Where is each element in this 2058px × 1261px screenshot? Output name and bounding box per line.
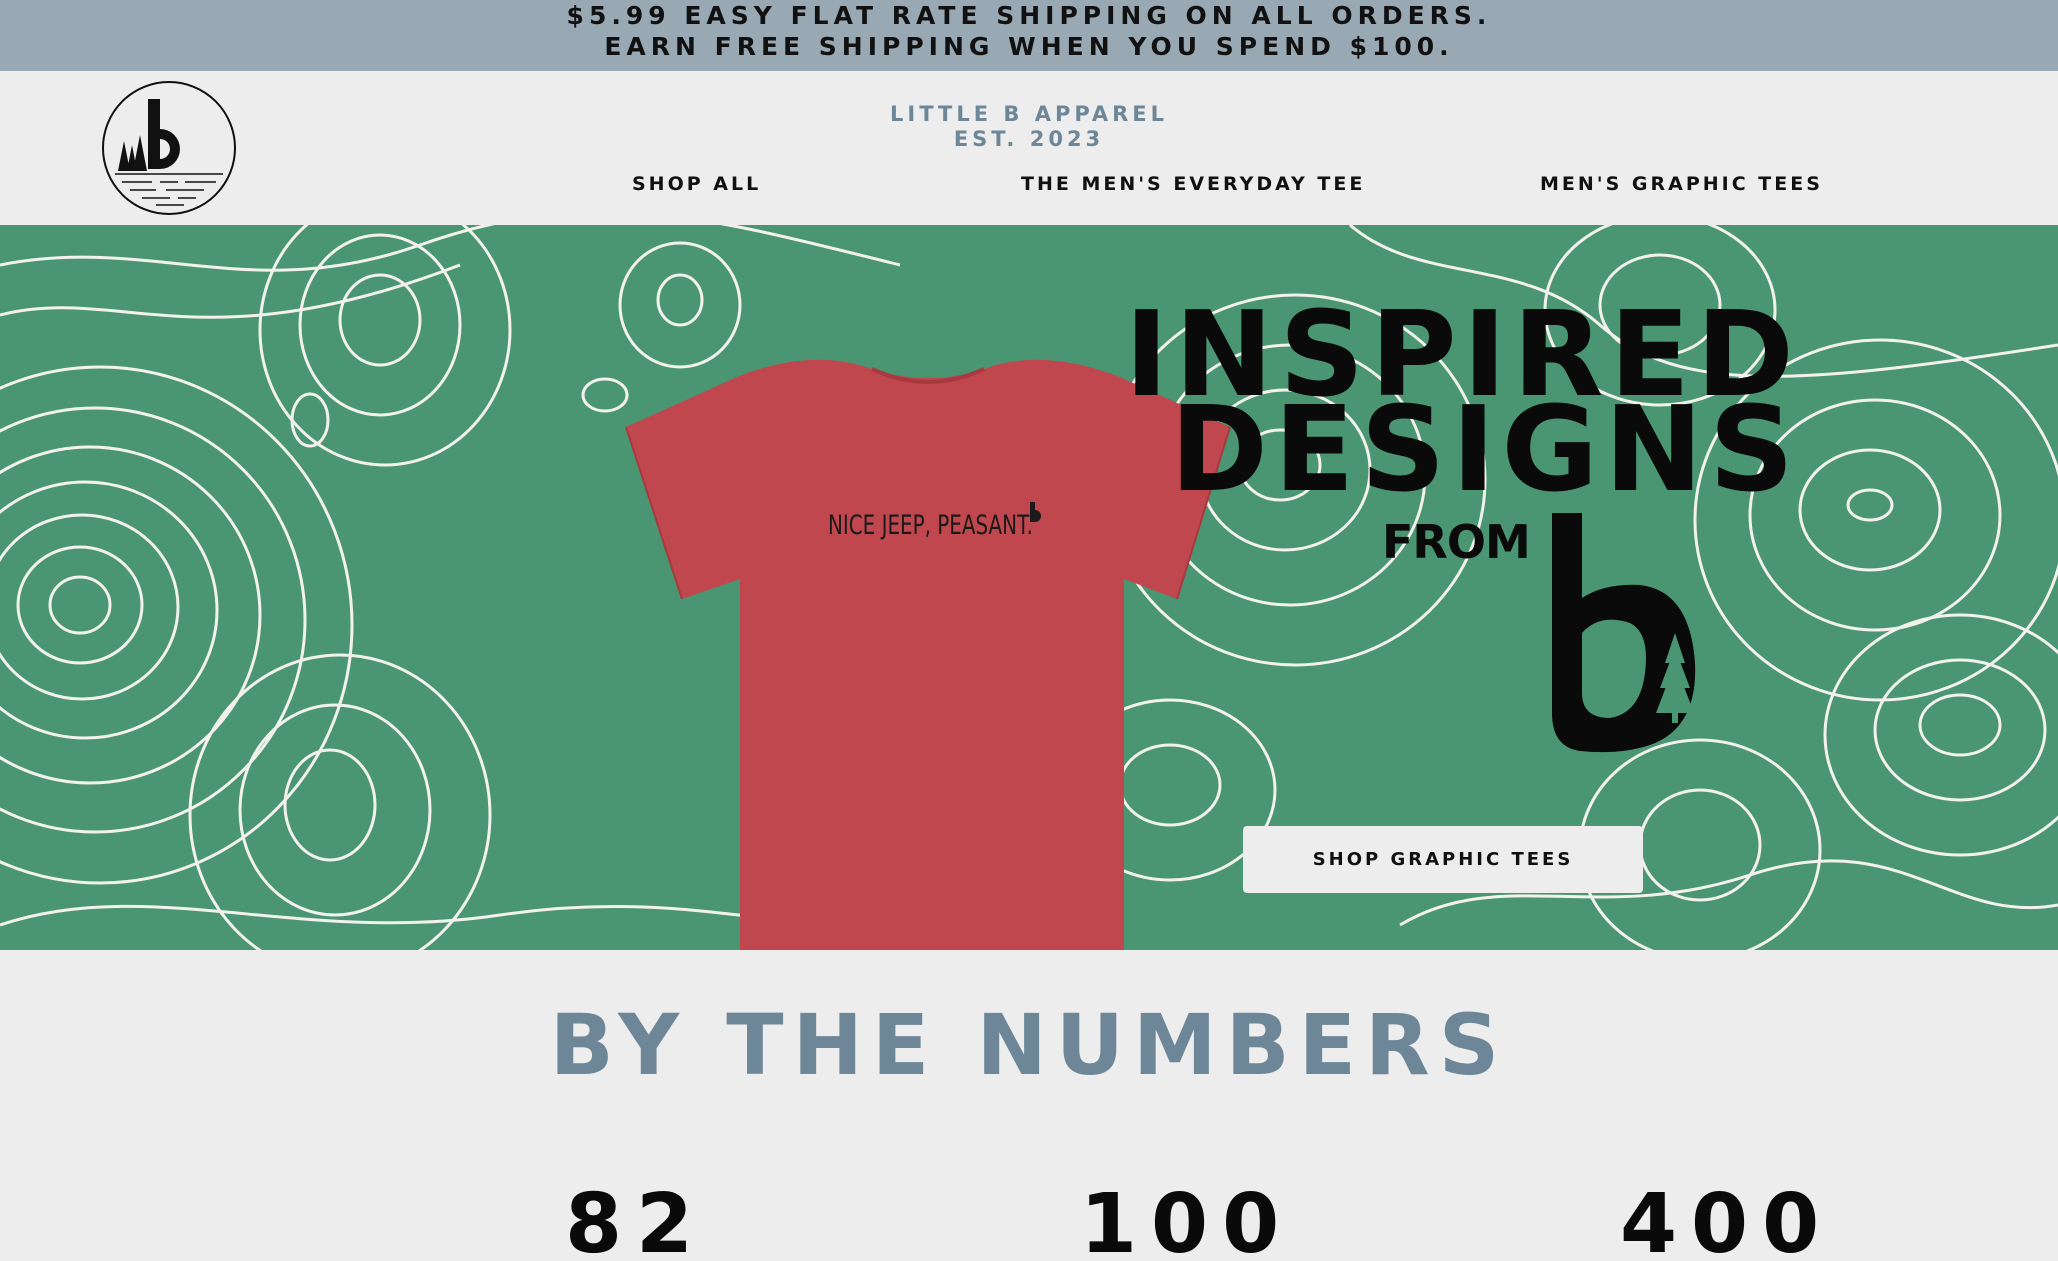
tee-print-text: NICE JEEP, PEASANT. bbox=[828, 510, 1033, 541]
announcement-bar: $5.99 EASY FLAT RATE SHIPPING ON ALL ORD… bbox=[0, 0, 2058, 71]
hero-headline-designs: DESIGNS bbox=[1169, 380, 1800, 518]
brand-established: EST. 2023 bbox=[953, 127, 1105, 151]
nav-mens-graphic-tees[interactable]: MEN'S GRAPHIC TEES bbox=[1540, 173, 1823, 195]
numbers-section-title: BY THE NUMBERS bbox=[549, 996, 1509, 1094]
stat-value: 100 bbox=[1080, 1177, 1294, 1261]
announcement-line-1: $5.99 EASY FLAT RATE SHIPPING ON ALL ORD… bbox=[566, 1, 1492, 30]
site-header: LITTLE B APPAREL EST. 2023 SHOP ALL THE … bbox=[0, 71, 2058, 225]
big-b-logo-icon bbox=[1552, 513, 1696, 753]
brand-name: LITTLE B APPAREL bbox=[890, 102, 1168, 126]
nav-shop-all[interactable]: SHOP ALL bbox=[632, 173, 761, 195]
nav-mens-everyday-tee[interactable]: THE MEN'S EVERYDAY TEE bbox=[1021, 173, 1365, 195]
hero-from-text: FROM bbox=[1382, 515, 1531, 569]
stat-value: 400 bbox=[1620, 1177, 1834, 1261]
stat-value: 82 bbox=[565, 1177, 708, 1261]
hero-banner: NICE JEEP, PEASANT. INSPIRED DESIGNS FRO… bbox=[0, 225, 2058, 950]
shop-graphic-tees-button[interactable]: SHOP GRAPHIC TEES bbox=[1243, 826, 1643, 893]
announcement-line-2: EARN FREE SHIPPING WHEN YOU SPEND $100. bbox=[604, 32, 1454, 61]
